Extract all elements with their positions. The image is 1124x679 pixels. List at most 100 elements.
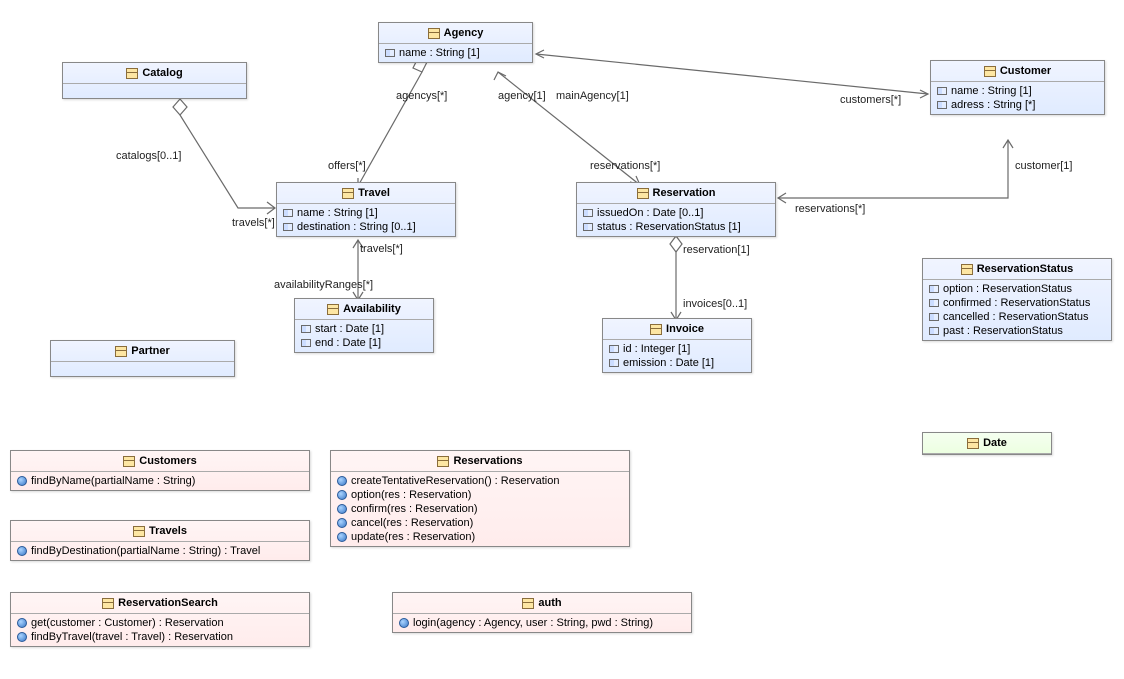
class-icon xyxy=(126,68,138,78)
class-icon xyxy=(637,188,649,198)
class-name: Catalog xyxy=(142,67,182,79)
attribute-row: status : ReservationStatus [1] xyxy=(581,220,771,234)
datatype-date[interactable]: Date xyxy=(922,432,1052,455)
class-title: Customer xyxy=(931,61,1104,82)
attribute-text: name : String [1] xyxy=(951,85,1032,97)
class-body: findByDestination(partialName : String) … xyxy=(11,542,309,560)
class-agency[interactable]: Agency name : String [1] xyxy=(378,22,533,63)
service-reservations[interactable]: Reservations createTentativeReservation(… xyxy=(330,450,630,547)
class-icon xyxy=(428,28,440,38)
edge-label-reservation1: reservation[1] xyxy=(683,244,750,256)
operation-text: option(res : Reservation) xyxy=(351,489,471,501)
attribute-row: past : ReservationStatus xyxy=(927,324,1107,338)
class-invoice[interactable]: Invoice id : Integer [1] emission : Date… xyxy=(602,318,752,373)
service-customers[interactable]: Customers findByName(partialName : Strin… xyxy=(10,450,310,491)
attribute-text: name : String [1] xyxy=(297,207,378,219)
class-catalog[interactable]: Catalog xyxy=(62,62,247,99)
attribute-icon xyxy=(937,87,947,95)
class-icon xyxy=(123,456,135,466)
class-partner[interactable]: Partner xyxy=(50,340,235,377)
attribute-text: name : String [1] xyxy=(399,47,480,59)
class-icon xyxy=(967,438,979,448)
operation-text: login(agency : Agency, user : String, pw… xyxy=(413,617,653,629)
class-body: createTentativeReservation() : Reservati… xyxy=(331,472,629,546)
attribute-text: destination : String [0..1] xyxy=(297,221,416,233)
operation-text: findByTravel(travel : Travel) : Reservat… xyxy=(31,631,233,643)
class-name: ReservationSearch xyxy=(118,597,218,609)
class-body xyxy=(63,84,246,98)
class-icon xyxy=(961,264,973,274)
class-body: issuedOn : Date [0..1] status : Reservat… xyxy=(577,204,775,236)
attribute-icon xyxy=(929,299,939,307)
class-icon xyxy=(437,456,449,466)
class-title: ReservationStatus xyxy=(923,259,1111,280)
edge-label-availabilityranges: availabilityRanges[*] xyxy=(274,279,373,291)
service-reservationsearch[interactable]: ReservationSearch get(customer : Custome… xyxy=(10,592,310,647)
class-body: name : String [1] destination : String [… xyxy=(277,204,455,236)
class-title: Catalog xyxy=(63,63,246,84)
attribute-row: start : Date [1] xyxy=(299,322,429,336)
edge-label-customer1: customer[1] xyxy=(1015,160,1072,172)
operation-row: get(customer : Customer) : Reservation xyxy=(15,616,305,630)
class-body xyxy=(51,362,234,376)
class-availability[interactable]: Availability start : Date [1] end : Date… xyxy=(294,298,434,353)
class-title: Reservation xyxy=(577,183,775,204)
operation-row: update(res : Reservation) xyxy=(335,530,625,544)
attribute-icon xyxy=(301,325,311,333)
operation-row: findByName(partialName : String) xyxy=(15,474,305,488)
operation-text: confirm(res : Reservation) xyxy=(351,503,478,515)
service-travels[interactable]: Travels findByDestination(partialName : … xyxy=(10,520,310,561)
attribute-text: issuedOn : Date [0..1] xyxy=(597,207,703,219)
class-body: name : String [1] xyxy=(379,44,532,62)
class-travel[interactable]: Travel name : String [1] destination : S… xyxy=(276,182,456,237)
class-name: Agency xyxy=(444,27,484,39)
attribute-row: name : String [1] xyxy=(383,46,528,60)
attribute-icon xyxy=(937,101,947,109)
class-body: get(customer : Customer) : Reservation f… xyxy=(11,614,309,646)
operation-icon xyxy=(17,618,27,628)
class-title: auth xyxy=(393,593,691,614)
class-title: Customers xyxy=(11,451,309,472)
class-icon xyxy=(342,188,354,198)
edge-label-mainagency: mainAgency[1] xyxy=(556,90,629,102)
attribute-text: end : Date [1] xyxy=(315,337,381,349)
operation-icon xyxy=(399,618,409,628)
service-auth[interactable]: auth login(agency : Agency, user : Strin… xyxy=(392,592,692,633)
attribute-row: emission : Date [1] xyxy=(607,356,747,370)
operation-row: confirm(res : Reservation) xyxy=(335,502,625,516)
attribute-row: cancelled : ReservationStatus xyxy=(927,310,1107,324)
edge-label-catalogs: catalogs[0..1] xyxy=(116,150,181,162)
class-name: Date xyxy=(983,437,1007,449)
operation-icon xyxy=(17,632,27,642)
attribute-text: option : ReservationStatus xyxy=(943,283,1072,295)
class-reservation[interactable]: Reservation issuedOn : Date [0..1] statu… xyxy=(576,182,776,237)
class-body: name : String [1] adress : String [*] xyxy=(931,82,1104,114)
attribute-row: name : String [1] xyxy=(935,84,1100,98)
attribute-icon xyxy=(301,339,311,347)
class-body: login(agency : Agency, user : String, pw… xyxy=(393,614,691,632)
edge-label-travels-catalog: travels[*] xyxy=(232,217,275,229)
attribute-row: option : ReservationStatus xyxy=(927,282,1107,296)
attribute-icon xyxy=(929,285,939,293)
class-icon xyxy=(984,66,996,76)
attribute-text: adress : String [*] xyxy=(951,99,1035,111)
edge-label-offers: offers[*] xyxy=(328,160,366,172)
attribute-text: cancelled : ReservationStatus xyxy=(943,311,1089,323)
operation-row: login(agency : Agency, user : String, pw… xyxy=(397,616,687,630)
edge-label-agencys: agencys[*] xyxy=(396,90,447,102)
class-title: Reservations xyxy=(331,451,629,472)
attribute-row: name : String [1] xyxy=(281,206,451,220)
class-customer[interactable]: Customer name : String [1] adress : Stri… xyxy=(930,60,1105,115)
class-title: Partner xyxy=(51,341,234,362)
edge-label-customers-top: customers[*] xyxy=(840,94,901,106)
class-name: Customers xyxy=(139,455,196,467)
operation-row: findByTravel(travel : Travel) : Reservat… xyxy=(15,630,305,644)
class-name: Customer xyxy=(1000,65,1051,77)
class-title: Agency xyxy=(379,23,532,44)
class-reservationstatus[interactable]: ReservationStatus option : ReservationSt… xyxy=(922,258,1112,341)
attribute-icon xyxy=(609,345,619,353)
operation-icon xyxy=(337,532,347,542)
operation-row: cancel(res : Reservation) xyxy=(335,516,625,530)
class-name: Travels xyxy=(149,525,187,537)
edge-label-agency1: agency[1] xyxy=(498,90,546,102)
